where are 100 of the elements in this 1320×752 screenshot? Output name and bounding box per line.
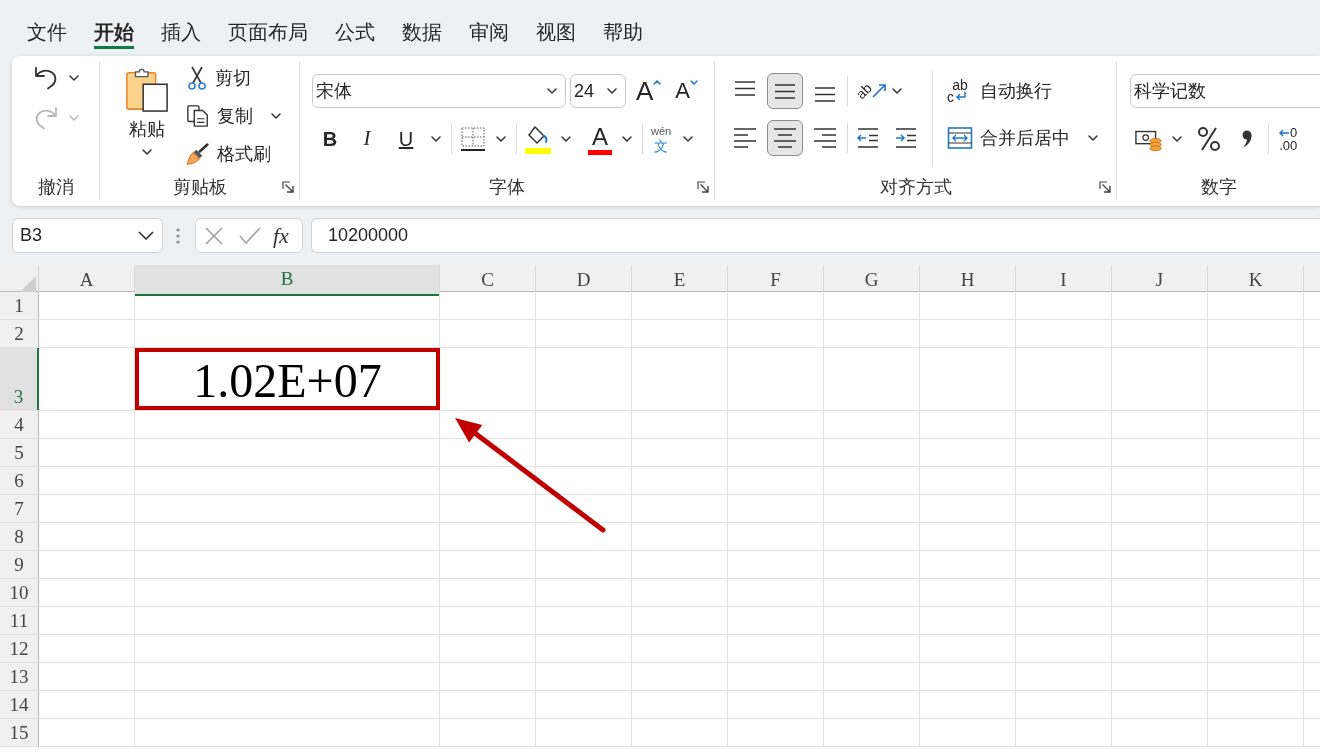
formula-input-field[interactable]: 10200000 <box>311 218 1320 253</box>
dialog-launcher-icon[interactable] <box>697 181 709 193</box>
undo-icon[interactable] <box>32 66 59 90</box>
caret-icon[interactable] <box>622 136 632 142</box>
caret-icon[interactable] <box>891 88 902 94</box>
group-label: 数字 <box>1200 176 1237 198</box>
caret-icon[interactable] <box>561 136 571 142</box>
caret-icon <box>547 88 557 94</box>
font-size-field[interactable]: 24 <box>570 74 626 108</box>
caret-icon[interactable] <box>683 136 694 142</box>
column-header[interactable]: C <box>440 265 536 296</box>
ribbon-tab[interactable]: 插入 <box>161 20 201 49</box>
row-header[interactable]: 12 <box>0 635 39 662</box>
chevron-down-icon[interactable] <box>138 231 154 240</box>
orientation-button[interactable]: ab <box>856 84 886 98</box>
row-header[interactable]: 8 <box>0 523 39 550</box>
format-painter-button[interactable]: 格式刷 <box>186 138 281 170</box>
ribbon-tab[interactable]: 公式 <box>335 20 375 49</box>
group-label: 剪贴板 <box>172 176 227 198</box>
fill-color-icon[interactable] <box>524 124 552 154</box>
caret-icon[interactable] <box>1088 135 1098 141</box>
paste-button[interactable]: 粘贴 <box>112 62 182 170</box>
left-arrow-icon <box>1278 127 1290 138</box>
align-middle-button[interactable] <box>767 73 803 109</box>
column-header[interactable]: G <box>824 265 920 296</box>
group-label: 字体 <box>489 176 525 198</box>
comma-icon[interactable] <box>1242 130 1252 148</box>
ribbon-tab[interactable]: 视图 <box>536 20 576 49</box>
copy-icon <box>186 103 210 129</box>
checkmark-icon[interactable] <box>239 226 261 245</box>
name-box[interactable]: B3 <box>12 218 163 253</box>
ribbon-tab[interactable]: 帮助 <box>603 20 643 49</box>
phonetic-guide-button[interactable]: wén 文 <box>651 125 672 153</box>
wrap-text-button[interactable]: ab c 自动换行 <box>947 77 1052 105</box>
ribbon-tab[interactable]: 文件 <box>27 20 67 49</box>
caret-icon <box>142 149 152 155</box>
column-header[interactable]: D <box>536 265 632 296</box>
ribbon-tab[interactable]: 页面布局 <box>228 20 308 49</box>
align-center-button[interactable] <box>767 120 803 156</box>
caret-down-icon <box>690 80 699 85</box>
highlighted-cell[interactable]: 1.02E+07 <box>135 348 440 410</box>
row-header[interactable]: 15 <box>0 719 39 746</box>
increase-decimal-button[interactable]: 0 .00 <box>1278 126 1298 152</box>
cut-button[interactable]: 剪切 <box>186 62 281 94</box>
align-center-icon <box>774 128 796 148</box>
row-header[interactable]: 7 <box>0 495 39 522</box>
font-name-field[interactable]: 宋体 <box>312 74 566 108</box>
row-header[interactable]: 10 <box>0 579 39 606</box>
align-middle-icon <box>775 83 795 99</box>
align-left-icon <box>734 128 756 148</box>
clipboard-icon <box>125 67 169 113</box>
dialog-launcher-icon[interactable] <box>282 181 294 193</box>
copy-button[interactable]: 复制 <box>186 102 253 130</box>
insert-function-button[interactable]: fx <box>273 222 289 249</box>
italic-button[interactable]: I <box>348 123 386 155</box>
number-format-field[interactable]: 科学记数 <box>1130 74 1320 108</box>
column-header[interactable]: E <box>632 265 728 296</box>
row-header[interactable]: 1 <box>0 292 39 319</box>
column-header[interactable]: K <box>1208 265 1304 296</box>
row-header[interactable]: 9 <box>0 551 39 578</box>
column-header[interactable]: H <box>920 265 1016 296</box>
column-header[interactable]: F <box>728 265 824 296</box>
ribbon-tab[interactable]: 数据 <box>402 20 442 49</box>
caret-icon <box>607 88 617 94</box>
merge-center-button[interactable]: 合并后居中 <box>947 124 1070 152</box>
row-header[interactable]: 11 <box>0 607 39 634</box>
align-top-icon <box>735 81 755 96</box>
group-label: 撤消 <box>37 176 74 198</box>
underline-button[interactable]: U <box>386 123 426 155</box>
caret-icon[interactable] <box>271 113 281 119</box>
bold-button[interactable]: B <box>312 123 348 155</box>
shrink-font-button[interactable]: A <box>675 77 699 105</box>
row-header[interactable]: 4 <box>0 411 39 438</box>
ribbon-tab[interactable]: 审阅 <box>469 20 509 49</box>
row-header[interactable]: 6 <box>0 467 39 494</box>
dialog-launcher-icon[interactable] <box>1099 181 1111 193</box>
row-header[interactable]: 14 <box>0 691 39 718</box>
ribbon-tab[interactable]: 开始 <box>94 20 134 49</box>
caret-icon[interactable] <box>68 75 79 81</box>
scissors-icon <box>186 65 208 91</box>
font-color-swatch-icon <box>588 149 612 155</box>
align-right-icon <box>814 128 836 148</box>
grow-font-button[interactable]: A <box>636 77 662 105</box>
paintbrush-icon <box>186 142 210 166</box>
caret-icon[interactable] <box>431 136 441 142</box>
column-header[interactable]: J <box>1112 265 1208 296</box>
diagonal-arrow-icon <box>871 84 886 98</box>
row-header[interactable]: 13 <box>0 663 39 690</box>
column-header[interactable]: I <box>1016 265 1112 296</box>
row-header[interactable]: 2 <box>0 320 39 347</box>
font-color-button[interactable]: A <box>587 123 613 155</box>
percent-icon[interactable] <box>1197 126 1221 152</box>
caret-icon[interactable] <box>496 136 506 142</box>
cancel-icon[interactable] <box>204 225 224 246</box>
row-header[interactable]: 3 <box>0 348 39 410</box>
column-header[interactable]: B <box>135 265 440 296</box>
grip-dots-icon <box>176 227 180 244</box>
borders-icon[interactable] <box>460 126 486 152</box>
caret-icon[interactable] <box>1172 136 1182 142</box>
row-header[interactable]: 5 <box>0 439 39 466</box>
